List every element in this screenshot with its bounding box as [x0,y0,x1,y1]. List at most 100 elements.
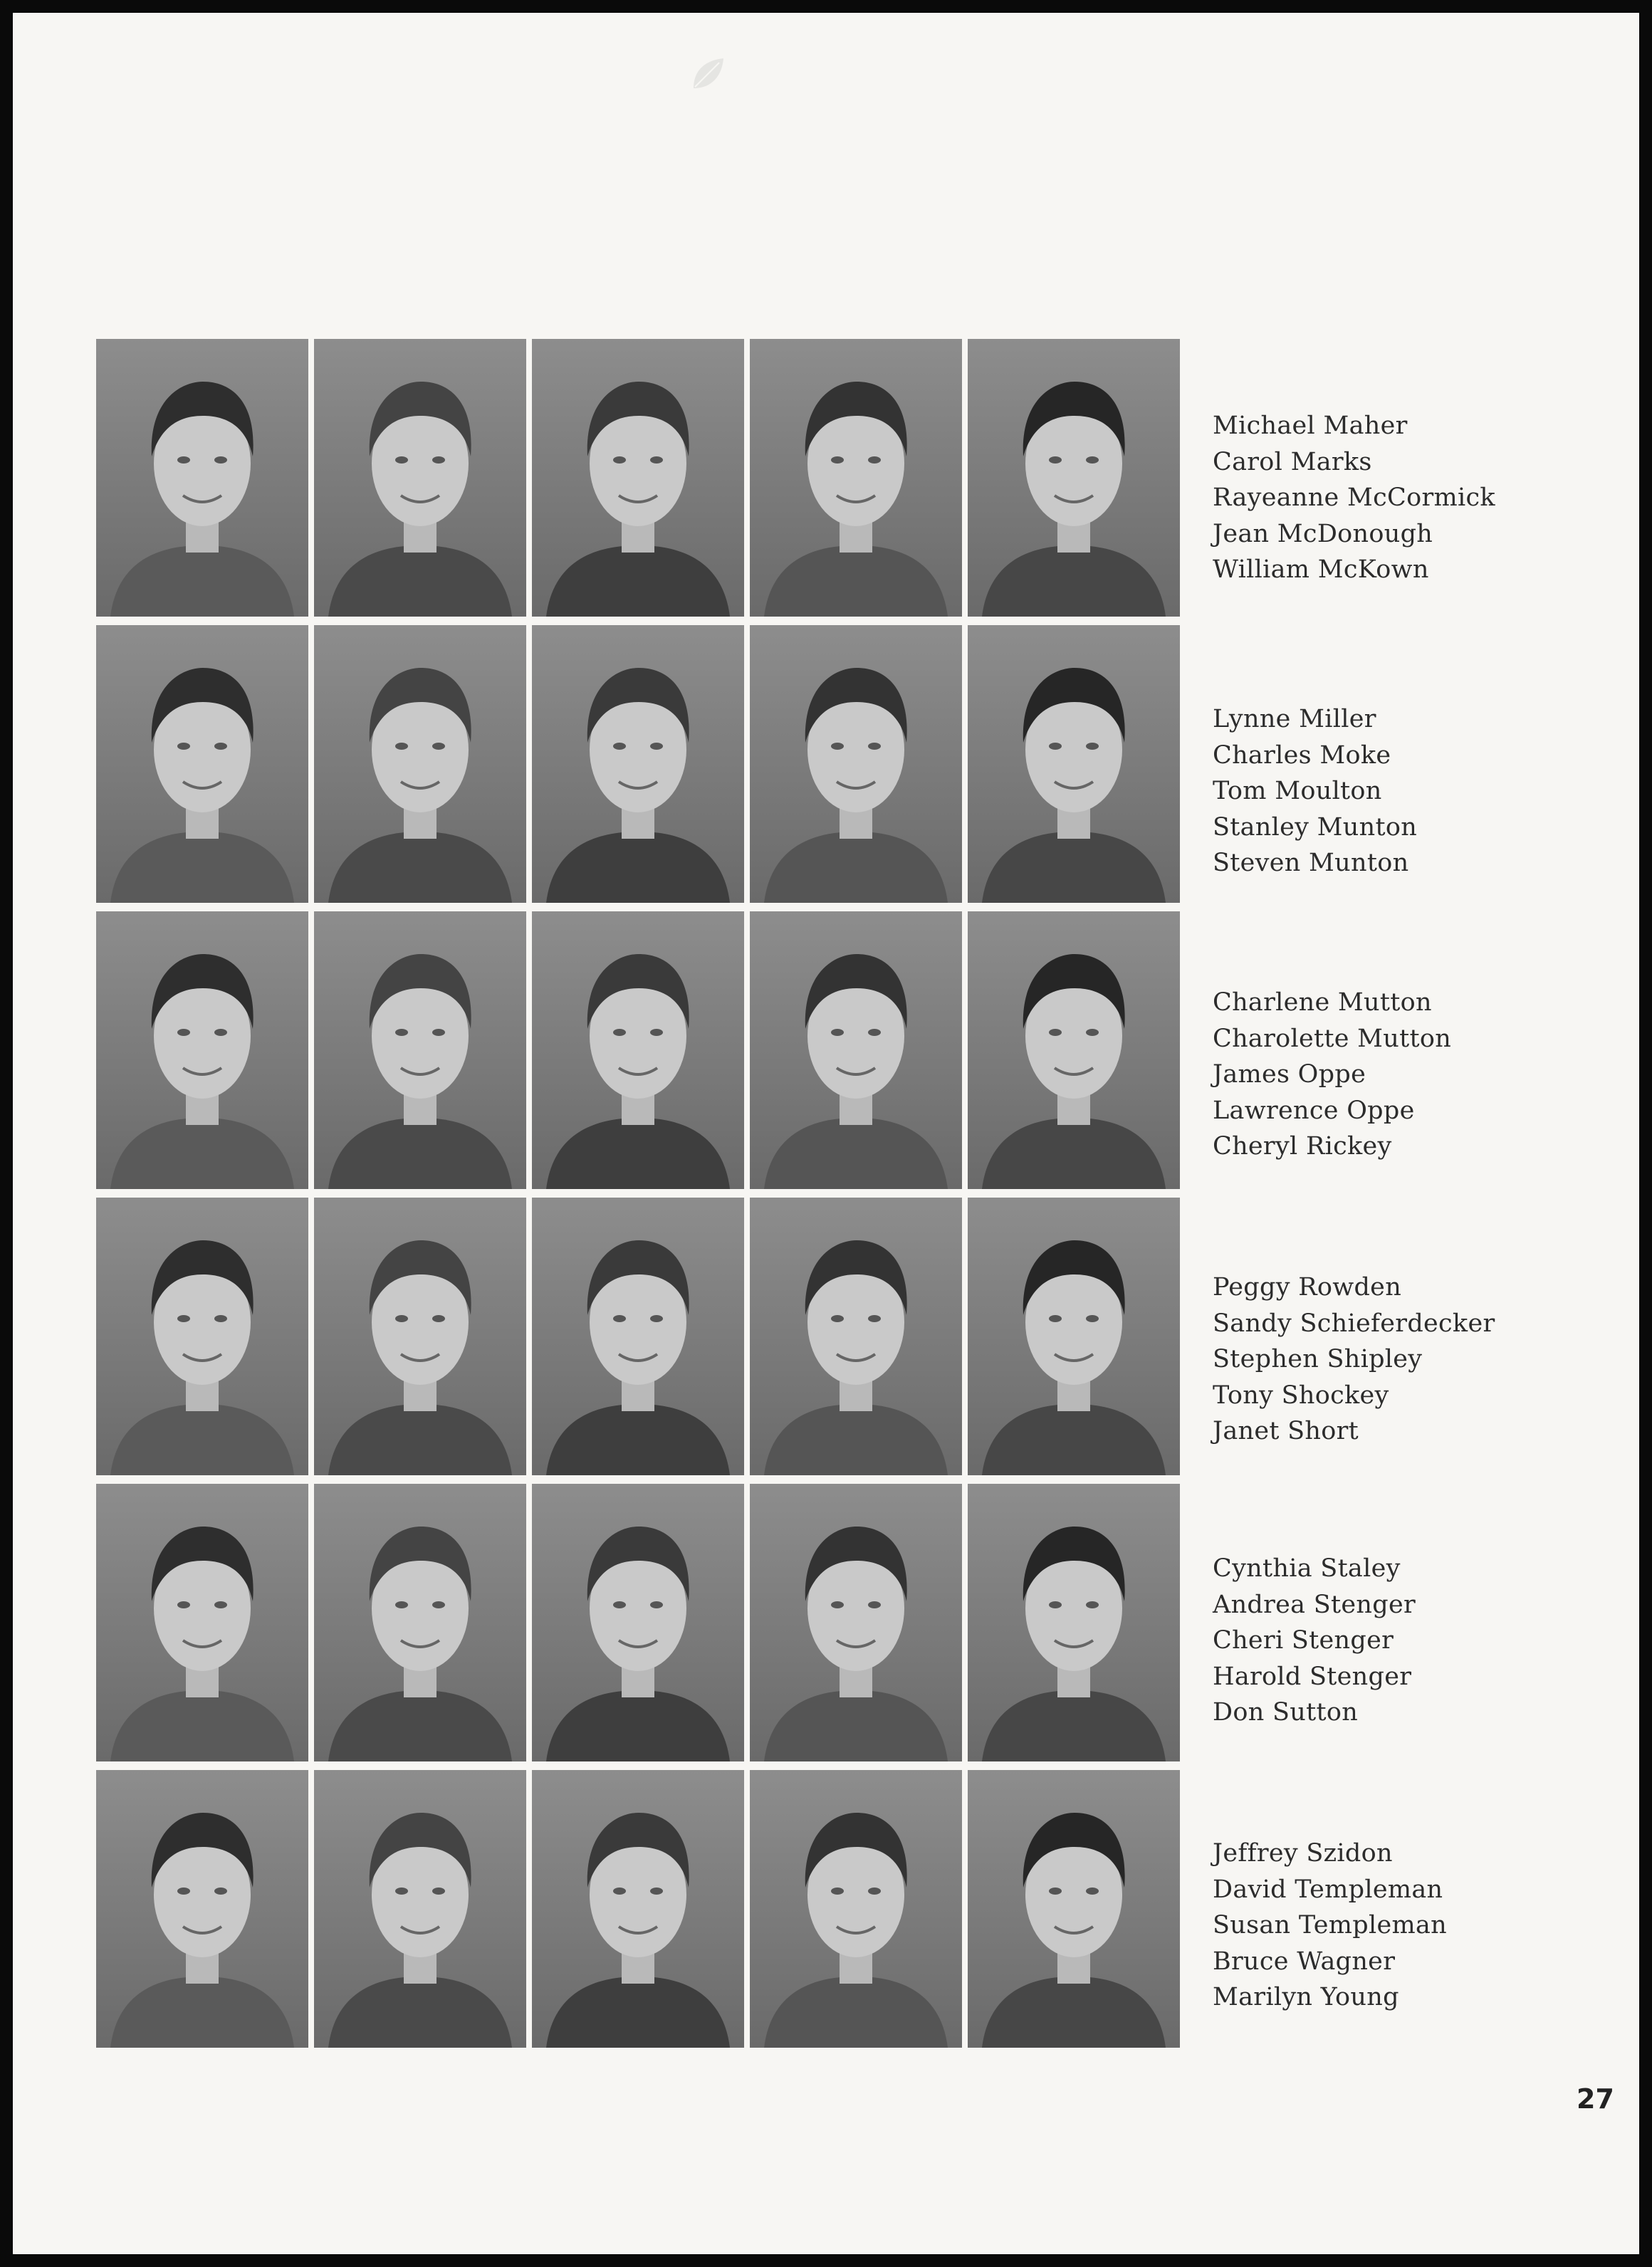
student-name: Don Sutton [1213,1698,1359,1727]
student-name: James Oppe [1213,1060,1366,1089]
portrait-photo [968,1770,1180,2048]
student-name: Marilyn Young [1213,1983,1399,2011]
portrait-silhouette [110,1240,294,1475]
portrait-silhouette [328,382,512,617]
portrait-photo [750,911,962,1189]
portrait-silhouette [328,668,512,903]
portrait-photo [96,1198,308,1475]
portrait-silhouette [110,382,294,617]
portrait-photo [96,911,308,1189]
portrait-silhouette [764,1240,948,1475]
portrait-silhouette [328,954,512,1189]
student-name: Tony Shockey [1213,1381,1389,1410]
portrait-photo [750,1770,962,2048]
portrait-photo [314,1770,526,2048]
student-name: Peggy Rowden [1213,1273,1402,1302]
portrait-photo [314,1198,526,1475]
student-name: Lynne Miller [1213,705,1376,733]
portrait-photo [750,1198,962,1475]
portrait-silhouette [764,1527,948,1761]
portrait-silhouette [764,382,948,617]
portrait-silhouette [546,1527,730,1761]
portrait-silhouette [982,382,1166,617]
portrait-silhouette [764,954,948,1189]
portrait-row: Cynthia Staley Andrea Stenger Cheri Sten… [96,1484,1416,1770]
student-name: Michael Maher [1213,412,1408,440]
name-list: Michael Maher Carol Marks Rayeanne McCor… [1213,408,1495,588]
portrait-silhouette [764,668,948,903]
student-name: Charles Moke [1213,740,1391,770]
portrait-photo [968,911,1180,1189]
yearbook-page: Michael Maher Carol Marks Rayeanne McCor… [13,13,1639,2254]
portrait-silhouette [546,1240,730,1475]
portrait-row: Lynne Miller Charles Moke Tom Moulton St… [96,625,1417,911]
portrait-row: Jeffrey Szidon David Templeman Susan Tem… [96,1770,1447,2056]
student-name: Steven Munton [1213,849,1409,877]
portrait-silhouette [982,954,1166,1189]
portrait-row: Michael Maher Carol Marks Rayeanne McCor… [96,339,1495,625]
student-name: Bruce Wagner [1213,1947,1396,1976]
portrait-silhouette [110,668,294,903]
student-name: Stanley Munton [1213,812,1418,842]
student-name: Harold Stenger [1213,1662,1412,1691]
portrait-photo [532,1198,744,1475]
portrait-photo [96,625,308,903]
page-number: 27 [1577,2083,1614,2115]
student-name: Cynthia Staley [1213,1554,1401,1583]
student-name: Charlene Mutton [1213,988,1432,1017]
student-name: Cheryl Rickey [1213,1132,1392,1161]
portrait-photo [96,1770,308,2048]
student-name: William McKown [1213,555,1429,584]
portrait-silhouette [982,1240,1166,1475]
portrait-silhouette [546,954,730,1189]
student-name: Tom Moulton [1213,777,1382,805]
portrait-row: Peggy Rowden Sandy Schieferdecker Stephe… [96,1198,1495,1484]
portrait-photo [314,1484,526,1761]
portrait-silhouette [110,954,294,1189]
portrait-photo [532,911,744,1189]
portrait-silhouette [982,1813,1166,2048]
student-name: Sandy Schieferdecker [1213,1309,1495,1338]
name-list: Lynne Miller Charles Moke Tom Moulton St… [1213,701,1417,881]
portrait-photo [532,339,744,617]
portrait-silhouette [982,1527,1166,1761]
portrait-photo [750,625,962,903]
portrait-photo [968,625,1180,903]
portrait-photo [314,911,526,1189]
portrait-silhouette [328,1813,512,2048]
student-name: Carol Marks [1213,447,1372,476]
portrait-photo [314,625,526,903]
portrait-photo [968,339,1180,617]
portrait-grid: Michael Maher Carol Marks Rayeanne McCor… [96,339,1495,2056]
student-name: David Templeman [1213,1875,1443,1904]
name-list: Peggy Rowden Sandy Schieferdecker Stephe… [1213,1269,1495,1450]
portrait-silhouette [110,1527,294,1761]
portrait-photo [750,339,962,617]
student-name: Lawrence Oppe [1213,1096,1415,1125]
student-name: Stephen Shipley [1213,1345,1423,1373]
student-name: Cheri Stenger [1213,1626,1394,1655]
portrait-row: Charlene Mutton Charolette Mutton James … [96,911,1451,1198]
student-name: Janet Short [1213,1417,1359,1445]
student-name: Andrea Stenger [1213,1590,1416,1619]
portrait-photo [96,1484,308,1761]
student-name: Jean McDonough [1213,519,1433,548]
leaf-watermark-icon [694,58,723,88]
portrait-silhouette [546,668,730,903]
portrait-photo [750,1484,962,1761]
name-list: Charlene Mutton Charolette Mutton James … [1213,985,1451,1165]
portrait-photo [532,1770,744,2048]
portrait-photo [968,1484,1180,1761]
portrait-photo [96,339,308,617]
portrait-silhouette [110,1813,294,2048]
student-name: Charolette Mutton [1213,1024,1452,1053]
portrait-photo [314,339,526,617]
student-name: Rayeanne McCormick [1213,483,1495,512]
portrait-photo [532,625,744,903]
portrait-photo [968,1198,1180,1475]
student-name: Jeffrey Szidon [1213,1839,1393,1868]
portrait-silhouette [764,1813,948,2048]
portrait-silhouette [546,1813,730,2048]
portrait-silhouette [328,1527,512,1761]
name-list: Cynthia Staley Andrea Stenger Cheri Sten… [1213,1551,1416,1731]
